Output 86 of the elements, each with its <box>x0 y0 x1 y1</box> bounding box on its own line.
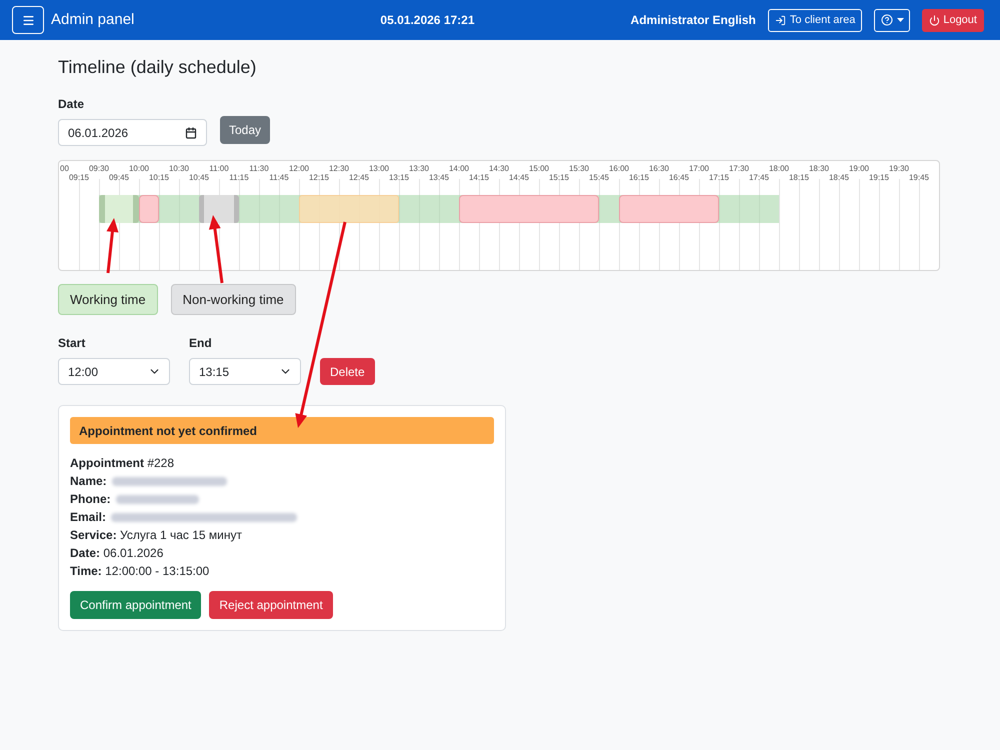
time-tick-label: 16:15 <box>628 173 650 182</box>
time-tick-label: 14:30 <box>488 164 510 173</box>
time-tick-label: 17:30 <box>728 164 750 173</box>
time-tick-label: 15:30 <box>568 164 590 173</box>
caret-icon <box>896 18 904 22</box>
time-tick-label: 10:00 <box>128 164 150 173</box>
annotation-arrow <box>106 218 118 274</box>
time-tick-label: 18:00 <box>768 164 790 173</box>
time-tick-label: 19:45 <box>908 173 930 182</box>
time-tick-label: 18:30 <box>808 164 830 173</box>
time-select[interactable]: 13:15 <box>189 358 301 385</box>
pending-booking-slot[interactable] <box>299 195 399 223</box>
appointment-detail: Date: 06.01.2026 <box>70 545 164 562</box>
booked-slot[interactable] <box>459 195 599 223</box>
time-tick-label: 19:30 <box>888 164 910 173</box>
sign-in-icon <box>774 14 786 26</box>
time-tick-label: 13:15 <box>388 173 410 182</box>
time-tick-label: 13:45 <box>428 173 450 182</box>
time-tick-label: 11:15 <box>229 173 249 182</box>
time-tick-label: 12:45 <box>348 173 370 182</box>
delete-button[interactable]: Delete <box>320 358 375 385</box>
time-tick-label: 12:30 <box>328 164 350 173</box>
reject-button[interactable]: Reject appointment <box>209 591 333 619</box>
time-tick-label: 19:15 <box>868 173 890 182</box>
appointment-detail: Time: 12:00:00 - 13:15:00 <box>70 563 210 580</box>
app-title: Admin panel <box>51 10 134 30</box>
time-tick-label: 15:45 <box>588 173 610 182</box>
time-tick-label: 15:15 <box>548 173 570 182</box>
time-select[interactable]: 12:00 <box>58 358 170 385</box>
time-tick-label: 17:00 <box>688 164 710 173</box>
time-tick-label: 11:00 <box>209 164 229 173</box>
time-tick-label: 17:45 <box>748 173 770 182</box>
appointment-detail: Service: Услуга 1 час 15 минут <box>70 527 242 544</box>
time-tick-label: 18:45 <box>828 173 850 182</box>
time-tick-label: 14:45 <box>508 173 530 182</box>
time-tick-label: 16:30 <box>648 164 670 173</box>
power-icon <box>929 14 940 26</box>
status-banner: Appointment not yet confirmed <box>70 417 494 444</box>
time-tick-label: 19:00 <box>848 164 870 173</box>
time-tick-label: 10:30 <box>168 164 190 173</box>
time-tick-label: 14:00 <box>448 164 470 173</box>
time-tick-label: 18:15 <box>788 173 810 182</box>
menu-icon <box>22 14 34 26</box>
current-datetime: 05.01.2026 17:21 <box>380 12 475 29</box>
time-tick-label: 09:15 <box>68 173 90 182</box>
time-tick-label: 09:45 <box>108 173 130 182</box>
menu-button[interactable] <box>12 6 44 34</box>
time-tick-label: 15:00 <box>528 164 550 173</box>
time-tick-label: 12:15 <box>308 173 330 182</box>
working-interval-block[interactable] <box>99 195 139 223</box>
logout-button[interactable]: Logout <box>922 8 984 32</box>
time-tick-label: 09:30 <box>88 164 110 173</box>
annotation-arrow <box>208 215 224 284</box>
date-label: Date <box>58 96 84 112</box>
time-tick-label: 17:15 <box>708 173 730 182</box>
time-tick-label: 11:45 <box>269 173 289 182</box>
help-icon <box>880 14 893 26</box>
booked-slot[interactable] <box>139 195 159 223</box>
time-tick-label: 16:45 <box>668 173 690 182</box>
appointment-detail: Appointment #228 <box>70 455 174 472</box>
time-label: End <box>189 335 212 351</box>
time-tick-label: 13:30 <box>408 164 430 173</box>
working-time-button[interactable]: Working time <box>58 284 158 315</box>
non-working-interval-block[interactable] <box>199 195 239 223</box>
time-tick-label: 10:45 <box>188 173 210 182</box>
appointment-detail: Name: <box>70 473 107 490</box>
appointment-detail: Phone: <box>70 491 111 508</box>
calendar-icon <box>185 126 197 138</box>
help-menu-button[interactable] <box>874 8 910 32</box>
time-label: Start <box>58 335 86 351</box>
date-field[interactable]: 06.01.2026 <box>58 119 207 146</box>
confirm-button[interactable]: Confirm appointment <box>70 591 202 619</box>
client-area-button[interactable]: To client area <box>768 8 862 32</box>
user-name: Administrator English <box>630 12 756 29</box>
non-working-time-button[interactable]: Non-working time <box>170 284 296 315</box>
appointment-detail: Email: <box>70 509 106 526</box>
page-title: Timeline (daily schedule) <box>58 56 256 79</box>
time-tick-label: 10:15 <box>148 173 170 182</box>
booked-slot[interactable] <box>619 195 719 223</box>
time-tick-label: 16:00 <box>608 164 630 173</box>
time-tick-label: 13:00 <box>368 164 390 173</box>
time-tick-label: 14:15 <box>468 173 490 182</box>
today-button[interactable]: Today <box>220 116 270 144</box>
time-tick-label: 00 <box>60 164 69 173</box>
time-tick-label: 11:30 <box>249 164 269 173</box>
time-tick-label: 12:00 <box>288 164 310 173</box>
